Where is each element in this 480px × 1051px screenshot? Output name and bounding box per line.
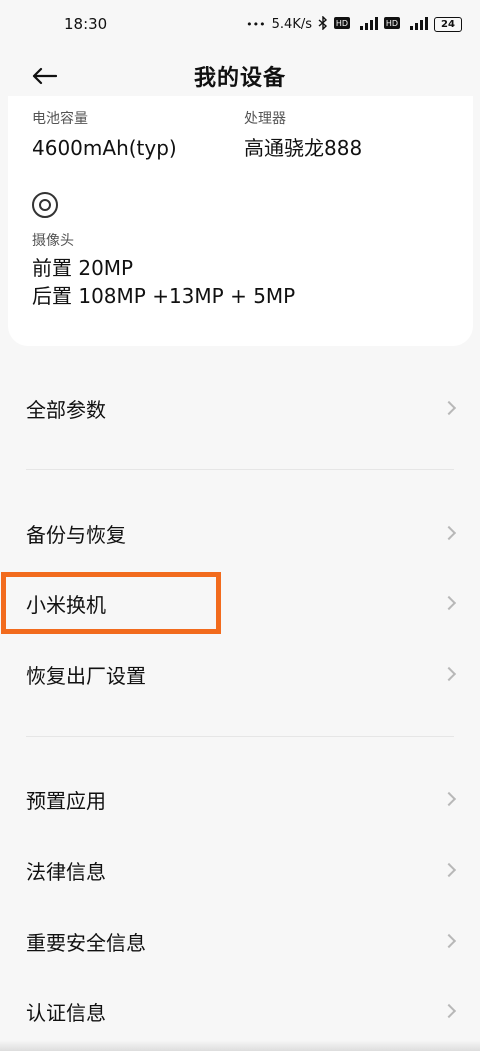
menu-item-legal-info[interactable]: 法律信息 xyxy=(0,838,480,902)
menu-item-label: 预置应用 xyxy=(26,788,106,813)
battery-icon: 24 xyxy=(434,16,462,32)
back-arrow-icon[interactable] xyxy=(26,58,62,94)
battery-level: 24 xyxy=(441,18,455,30)
processor-spec: 处理器 高通骁龙888 xyxy=(244,108,362,162)
status-time: 18:30 xyxy=(64,15,108,33)
chevron-right-icon xyxy=(441,525,457,541)
divider xyxy=(26,736,454,737)
menu-item-safety-info[interactable]: 重要安全信息 xyxy=(0,909,480,973)
network-speed: 5.4K/s xyxy=(271,16,312,32)
chevron-right-icon xyxy=(441,595,457,611)
menu-item-factory-reset[interactable]: 恢复出厂设置 xyxy=(0,642,480,706)
chevron-right-icon xyxy=(441,1003,457,1019)
camera-label: 摄像头 xyxy=(32,233,74,249)
chevron-right-icon xyxy=(441,933,457,949)
battery-spec: 电池容量 4600mAh(typ) xyxy=(32,108,177,162)
menu-item-label: 法律信息 xyxy=(26,859,106,884)
divider xyxy=(26,469,454,470)
specs-card: 电池容量 4600mAh(typ) 处理器 高通骁龙888 摄像头 前置 20M… xyxy=(8,96,473,346)
menu-item-certification[interactable]: 认证信息 xyxy=(0,979,480,1043)
menu-item-all-params[interactable]: 全部参数 xyxy=(0,376,480,440)
battery-value: 4600mAh(typ) xyxy=(32,136,177,160)
status-icons: ••• 5.4K/s HD HD 24 xyxy=(246,14,462,33)
battery-label: 电池容量 xyxy=(32,111,88,127)
menu-item-mi-mover[interactable]: 小米换机 xyxy=(0,571,480,635)
menu-item-label: 全部参数 xyxy=(26,397,106,422)
menu-item-label: 认证信息 xyxy=(26,1000,106,1025)
bottom-edge xyxy=(0,1040,480,1051)
camera-front: 前置 20MP xyxy=(32,256,134,280)
chevron-right-icon xyxy=(441,862,457,878)
svg-text:HD: HD xyxy=(386,19,398,28)
camera-spec: 摄像头 前置 20MP 后置 108MP +13MP + 5MP xyxy=(32,230,295,310)
hd-icon: HD xyxy=(384,16,400,32)
chevron-right-icon xyxy=(441,666,457,682)
menu-item-preinstalled-apps[interactable]: 预置应用 xyxy=(0,767,480,831)
camera-rear: 后置 108MP +13MP + 5MP xyxy=(32,284,296,308)
bluetooth-icon xyxy=(318,14,328,33)
status-bar: 18:30 ••• 5.4K/s HD HD 24 xyxy=(0,0,480,48)
signal-5g-icon xyxy=(356,16,378,33)
menu-item-label: 恢复出厂设置 xyxy=(26,663,146,688)
menu-item-backup-restore[interactable]: 备份与恢复 xyxy=(0,501,480,565)
menu-item-label: 小米换机 xyxy=(26,592,106,617)
signal-4g-icon xyxy=(406,16,428,33)
camera-icon xyxy=(32,192,58,218)
chevron-right-icon xyxy=(441,791,457,807)
processor-value: 高通骁龙888 xyxy=(244,136,363,160)
page-title: 我的设备 xyxy=(193,66,286,91)
menu-item-label: 备份与恢复 xyxy=(26,522,126,547)
dots-icon: ••• xyxy=(246,17,266,31)
hd-icon: HD xyxy=(334,16,350,32)
svg-text:HD: HD xyxy=(336,19,348,28)
chevron-right-icon xyxy=(441,400,457,416)
processor-label: 处理器 xyxy=(244,111,286,127)
menu-item-label: 重要安全信息 xyxy=(26,930,146,955)
